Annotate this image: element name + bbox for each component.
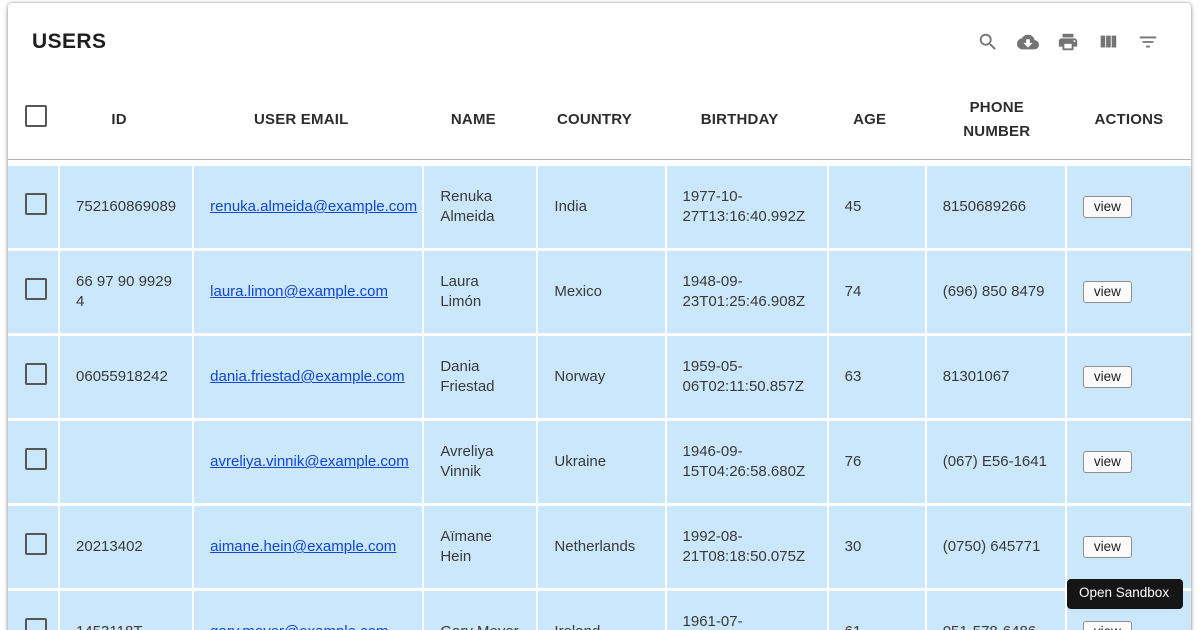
column-header-country[interactable]: COUNTRY bbox=[538, 81, 667, 160]
view-columns-icon[interactable] bbox=[1096, 30, 1120, 54]
cell-birthday: 1992-08- 21T08:18:50.075Z bbox=[666, 506, 829, 591]
print-icon[interactable] bbox=[1056, 30, 1080, 54]
cell-age: 61 bbox=[828, 591, 927, 630]
email-link[interactable]: gary.meyer@example.com bbox=[210, 623, 388, 630]
cell-phone: 81301067 bbox=[926, 336, 1067, 421]
cell-country: Mexico bbox=[538, 251, 667, 336]
cell-name: Laura Limón bbox=[424, 251, 539, 336]
cell-country: Ukraine bbox=[538, 421, 667, 506]
toolbar-icons bbox=[976, 30, 1160, 54]
cell-age: 30 bbox=[828, 506, 927, 591]
cell-age: 74 bbox=[828, 251, 927, 336]
row-checkbox[interactable] bbox=[25, 448, 47, 470]
cell-birthday: 1948-09- 23T01:25:46.908Z bbox=[666, 251, 829, 336]
row-checkbox[interactable] bbox=[25, 533, 47, 555]
filter-icon[interactable] bbox=[1136, 30, 1160, 54]
view-button[interactable]: view bbox=[1082, 281, 1132, 303]
view-button[interactable]: view bbox=[1082, 366, 1132, 388]
table-row: 752160869089 renuka.almeida@example.com … bbox=[8, 160, 1191, 251]
table-row: 06055918242 dania.friestad@example.com D… bbox=[8, 336, 1191, 421]
cloud-download-icon[interactable] bbox=[1016, 30, 1040, 54]
cell-phone: (067) E56-1641 bbox=[926, 421, 1067, 506]
cell-birthday: 1959-05- 06T02:11:50.857Z bbox=[666, 336, 829, 421]
row-checkbox[interactable] bbox=[25, 193, 47, 215]
table-row: avreliya.vinnik@example.com Avreliya Vin… bbox=[8, 421, 1191, 506]
email-link[interactable]: dania.friestad@example.com bbox=[210, 368, 405, 385]
view-button[interactable]: view bbox=[1082, 196, 1132, 218]
cell-name: Renuka Almeida bbox=[424, 160, 539, 251]
search-icon[interactable] bbox=[976, 30, 1000, 54]
cell-phone: 8150689266 bbox=[926, 160, 1067, 251]
cell-id: 20213402 bbox=[60, 506, 195, 591]
cell-name: Avreliya Vinnik bbox=[424, 421, 539, 506]
column-header-actions: ACTIONS bbox=[1066, 81, 1191, 160]
cell-phone: (696) 850 8479 bbox=[926, 251, 1067, 336]
cell-id: 752160869089 bbox=[60, 160, 195, 251]
cell-id: 66 97 90 9929 4 bbox=[60, 251, 195, 336]
table-row: 66 97 90 9929 4 laura.limon@example.com … bbox=[8, 251, 1191, 336]
cell-age: 45 bbox=[828, 160, 927, 251]
row-checkbox[interactable] bbox=[25, 278, 47, 300]
cell-id: 06055918242 bbox=[60, 336, 195, 421]
cell-id: 1453118T bbox=[60, 591, 195, 630]
cell-country: Norway bbox=[538, 336, 667, 421]
users-table: ID USER EMAIL NAME COUNTRY BIRTHDAY AGE … bbox=[8, 81, 1191, 630]
cell-country: India bbox=[538, 160, 667, 251]
cell-phone: 051-578-6486 bbox=[926, 591, 1067, 630]
cell-age: 76 bbox=[828, 421, 927, 506]
cell-birthday: 1961-07- 29T05:33:10.945Z bbox=[666, 591, 829, 630]
email-link[interactable]: renuka.almeida@example.com bbox=[210, 198, 417, 215]
cell-birthday: 1946-09- 15T04:26:58.680Z bbox=[666, 421, 829, 506]
view-button[interactable]: view bbox=[1082, 451, 1132, 473]
view-button[interactable]: view bbox=[1082, 536, 1132, 558]
table-row: 20213402 aimane.hein@example.com Aïmane … bbox=[8, 506, 1191, 591]
column-header-age[interactable]: AGE bbox=[828, 81, 927, 160]
users-card: USERS ID USER EMAIL NAME COUNTRY BIRTHDA… bbox=[8, 3, 1191, 630]
email-link[interactable]: avreliya.vinnik@example.com bbox=[210, 453, 409, 470]
cell-name: Gary Meyer bbox=[424, 591, 539, 630]
cell-age: 63 bbox=[828, 336, 927, 421]
table-toolbar: USERS bbox=[8, 3, 1191, 81]
column-header-birthday[interactable]: BIRTHDAY bbox=[666, 81, 829, 160]
email-link[interactable]: aimane.hein@example.com bbox=[210, 538, 396, 555]
cell-id bbox=[60, 421, 195, 506]
select-all-checkbox[interactable] bbox=[25, 105, 47, 127]
cell-country: Ireland bbox=[538, 591, 667, 630]
column-header-id[interactable]: ID bbox=[60, 81, 195, 160]
row-checkbox[interactable] bbox=[25, 363, 47, 385]
view-button[interactable]: view bbox=[1082, 621, 1132, 630]
column-header-name[interactable]: NAME bbox=[424, 81, 539, 160]
cell-name: Aïmane Hein bbox=[424, 506, 539, 591]
header-row: ID USER EMAIL NAME COUNTRY BIRTHDAY AGE … bbox=[8, 81, 1191, 160]
row-checkbox[interactable] bbox=[25, 618, 47, 630]
open-sandbox-button[interactable]: Open Sandbox bbox=[1067, 579, 1183, 609]
cell-name: Dania Friestad bbox=[424, 336, 539, 421]
table-row: 1453118T gary.meyer@example.com Gary Mey… bbox=[8, 591, 1191, 630]
email-link[interactable]: laura.limon@example.com bbox=[210, 283, 388, 300]
cell-phone: (0750) 645771 bbox=[926, 506, 1067, 591]
column-header-user-email[interactable]: USER EMAIL bbox=[194, 81, 425, 160]
cell-birthday: 1977-10- 27T13:16:40.992Z bbox=[666, 160, 829, 251]
page-title: USERS bbox=[32, 30, 107, 53]
cell-country: Netherlands bbox=[538, 506, 667, 591]
column-header-phone-number: PHONE NUMBER bbox=[926, 81, 1067, 160]
